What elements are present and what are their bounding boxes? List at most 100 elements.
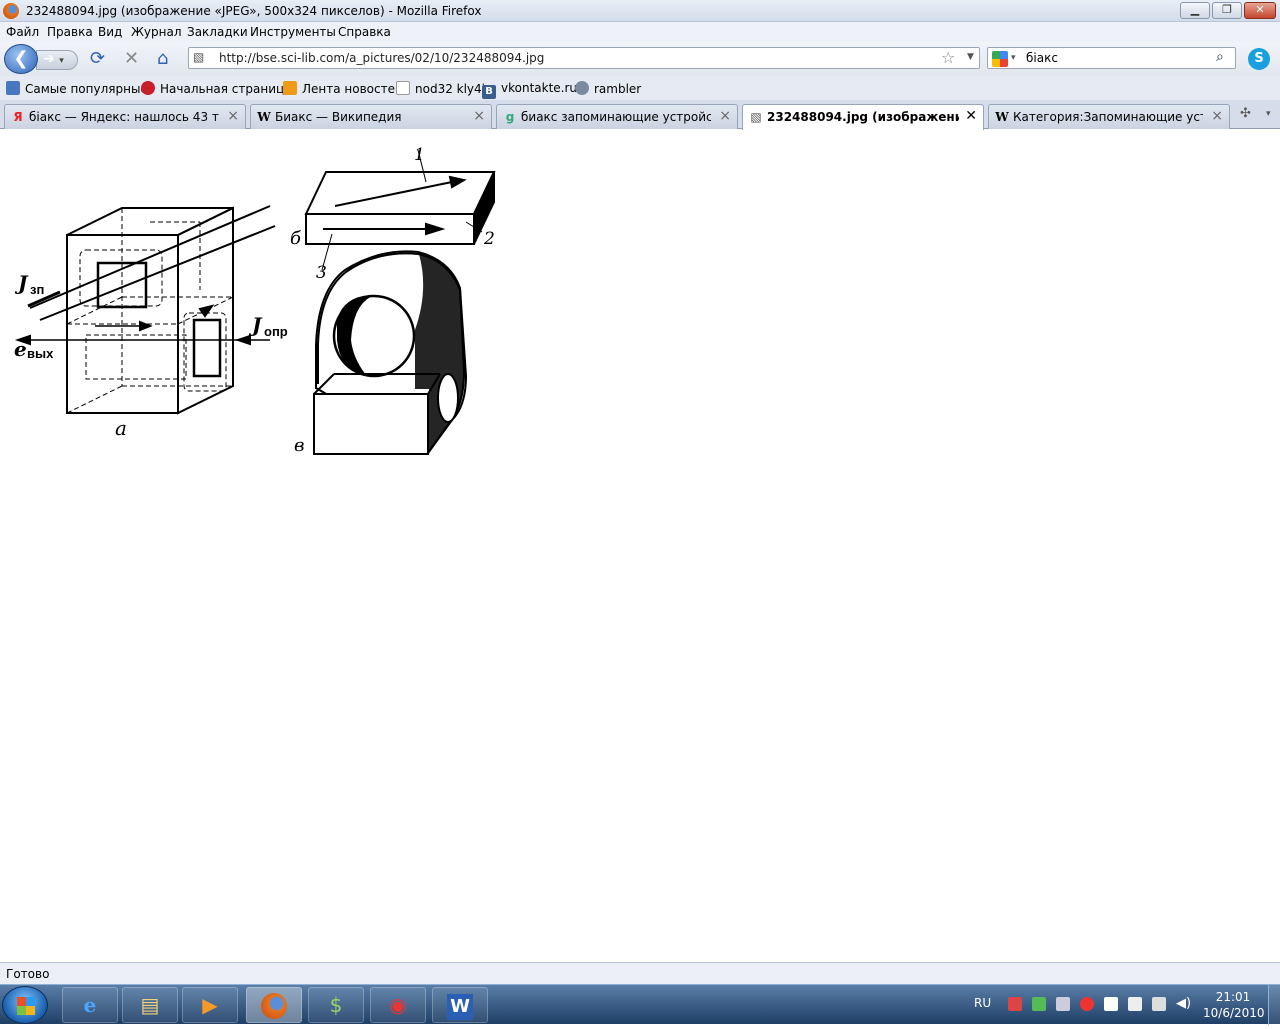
status-text: Готово — [6, 967, 50, 981]
vk-icon: B — [482, 85, 496, 99]
url-dropdown-icon[interactable]: ▼ — [967, 52, 974, 62]
taskbar-word[interactable]: W — [432, 987, 488, 1023]
taskbar-explorer[interactable]: ▤ — [122, 987, 178, 1023]
tray-opera-icon[interactable] — [1080, 997, 1094, 1011]
search-engine-dropdown-icon[interactable]: ▾ — [1011, 53, 1016, 63]
home-icon[interactable]: ⌂ — [157, 50, 168, 68]
money-app-icon: $ — [329, 993, 343, 1017]
magnetic-core-figure: а б в 1 2 3 J зп J опр e вых — [14, 145, 496, 456]
tab-google[interactable]: g биакс запоминающие устройств... × — [496, 104, 738, 129]
show-desktop-button[interactable] — [1268, 985, 1280, 1025]
close-tab-icon[interactable]: × — [473, 108, 485, 124]
close-tab-icon[interactable]: × — [719, 108, 731, 124]
label-v: в — [294, 435, 304, 456]
label-j-ref-sub: опр — [264, 324, 288, 339]
label-e-out-sub: вых — [27, 346, 54, 361]
tray-flag-icon[interactable] — [1104, 997, 1118, 1011]
word-icon: W — [447, 994, 473, 1020]
tab-label: биакс запоминающие устройств... — [521, 110, 711, 124]
bookmark-rambler[interactable]: rambler — [575, 81, 641, 96]
internet-explorer-icon: e — [83, 993, 97, 1017]
home-page-icon — [141, 81, 155, 95]
close-tab-icon[interactable]: ✕ — [965, 108, 977, 124]
google-icon: g — [505, 110, 515, 124]
tray-pointer-icon[interactable] — [1056, 997, 1070, 1011]
label-j-ref: J — [248, 313, 263, 337]
close-window-button[interactable]: ✕ — [1244, 2, 1276, 19]
firefox-window: 232488094.jpg (изображение «JPEG», 500x3… — [0, 0, 1280, 1025]
bookmark-popular[interactable]: Самые популярные — [6, 81, 148, 96]
menu-help[interactable]: Справка — [338, 25, 391, 39]
tab-label: Биакс — Википедия — [275, 110, 402, 124]
start-button[interactable] — [2, 986, 48, 1024]
search-input[interactable]: біакс — [1026, 51, 1058, 65]
tab-wikipedia[interactable]: W Биакс — Википедия × — [250, 104, 492, 129]
tab-image-active[interactable]: ▧ 232488094.jpg (изображение «... ✕ — [742, 104, 984, 130]
label-b: б — [290, 228, 302, 249]
media-player-icon: ▶ — [202, 993, 218, 1017]
maximize-button[interactable]: ❐ — [1212, 2, 1242, 19]
taskbar-media-player[interactable]: ▶ — [182, 987, 238, 1023]
tab-label: Категория:Запоминающие устро... — [1013, 110, 1203, 124]
clock[interactable]: 21:01 10/6/2010 — [1203, 989, 1265, 1021]
minimize-button[interactable]: ▁ — [1180, 2, 1210, 19]
label-a: а — [115, 416, 127, 440]
tray-monitor-icon[interactable] — [1152, 997, 1166, 1011]
bookmark-vkontakte[interactable]: Bvkontakte.ru — [482, 81, 577, 99]
close-tab-icon[interactable]: × — [227, 108, 239, 124]
bookmark-nod32[interactable]: nod32 kly4i — [396, 81, 485, 96]
reload-icon[interactable]: ⟳ — [90, 50, 105, 68]
rss-icon — [283, 81, 297, 95]
address-bar[interactable]: ▧ http://bse.sci-lib.com/a_pictures/02/1… — [188, 47, 980, 69]
back-button[interactable]: ❮ — [4, 44, 38, 74]
bookmark-news-feed[interactable]: Лента новостей — [283, 81, 403, 96]
forward-button[interactable]: ➔ ▾ — [36, 50, 78, 70]
page-content: а б в 1 2 3 J зп J опр e вых — [0, 130, 1280, 962]
new-tab-icon[interactable]: ✣ — [1240, 106, 1251, 121]
popular-icon — [6, 81, 20, 95]
firefox-taskbar-icon — [261, 993, 287, 1019]
language-indicator[interactable]: RU — [974, 996, 991, 1010]
search-bar[interactable]: ▾ біакс ⌕ — [987, 47, 1236, 69]
menu-bookmarks[interactable]: Закладки — [187, 25, 248, 39]
tab-bar: Я біакс — Яндекс: нашлось 43 тыс. ... × … — [0, 100, 1280, 130]
menu-history[interactable]: Журнал — [131, 25, 182, 39]
wikipedia-icon: W — [995, 110, 1009, 124]
status-bar: Готово — [0, 962, 1280, 984]
tab-list-icon[interactable]: ▾ — [1266, 109, 1271, 119]
windows-logo-icon — [17, 997, 35, 1015]
menu-edit[interactable]: Правка — [47, 25, 93, 39]
taskbar-ie[interactable]: e — [62, 987, 118, 1023]
bookmark-star-icon[interactable]: ☆ — [941, 48, 955, 67]
label-3: 3 — [316, 263, 327, 283]
yandex-icon: Я — [13, 110, 23, 124]
bookmarks-toolbar: Самые популярные Начальная страница Лент… — [0, 76, 1280, 100]
search-icon[interactable]: ⌕ — [1216, 49, 1224, 65]
taskbar-firefox[interactable] — [246, 987, 302, 1023]
menu-view[interactable]: Вид — [98, 25, 122, 39]
tray-usb-icon[interactable] — [1128, 997, 1142, 1011]
image-icon: ▧ — [750, 110, 762, 124]
tab-category[interactable]: W Категория:Запоминающие устро... × — [988, 104, 1230, 129]
close-tab-icon[interactable]: × — [1211, 108, 1223, 124]
stop-icon[interactable]: ✕ — [124, 50, 139, 68]
google-engine-icon[interactable] — [992, 51, 1008, 67]
label-j-write-sub: зп — [30, 282, 44, 297]
tab-yandex[interactable]: Я біакс — Яндекс: нашлось 43 тыс. ... × — [4, 104, 246, 129]
label-e-out: e — [14, 337, 27, 361]
menu-file[interactable]: Файл — [6, 25, 39, 39]
tray-network-icon[interactable] — [1032, 997, 1046, 1011]
firefox-icon[interactable] — [3, 3, 19, 19]
taskbar-money[interactable]: $ — [308, 987, 364, 1023]
volume-icon[interactable]: ◀) — [1176, 997, 1191, 1011]
antivirus-icon: ◉ — [389, 993, 407, 1017]
wikipedia-icon: W — [257, 110, 271, 124]
folder-icon: ▤ — [140, 993, 160, 1017]
skype-icon[interactable]: S — [1248, 48, 1270, 70]
bookmark-start-page[interactable]: Начальная страница — [141, 81, 292, 96]
tab-label: 232488094.jpg (изображение «... — [767, 110, 959, 124]
page-icon — [396, 81, 410, 95]
taskbar-antivirus[interactable]: ◉ — [370, 987, 426, 1023]
menu-tools[interactable]: Инструменты — [250, 25, 336, 39]
tray-app-icon[interactable] — [1008, 997, 1022, 1011]
